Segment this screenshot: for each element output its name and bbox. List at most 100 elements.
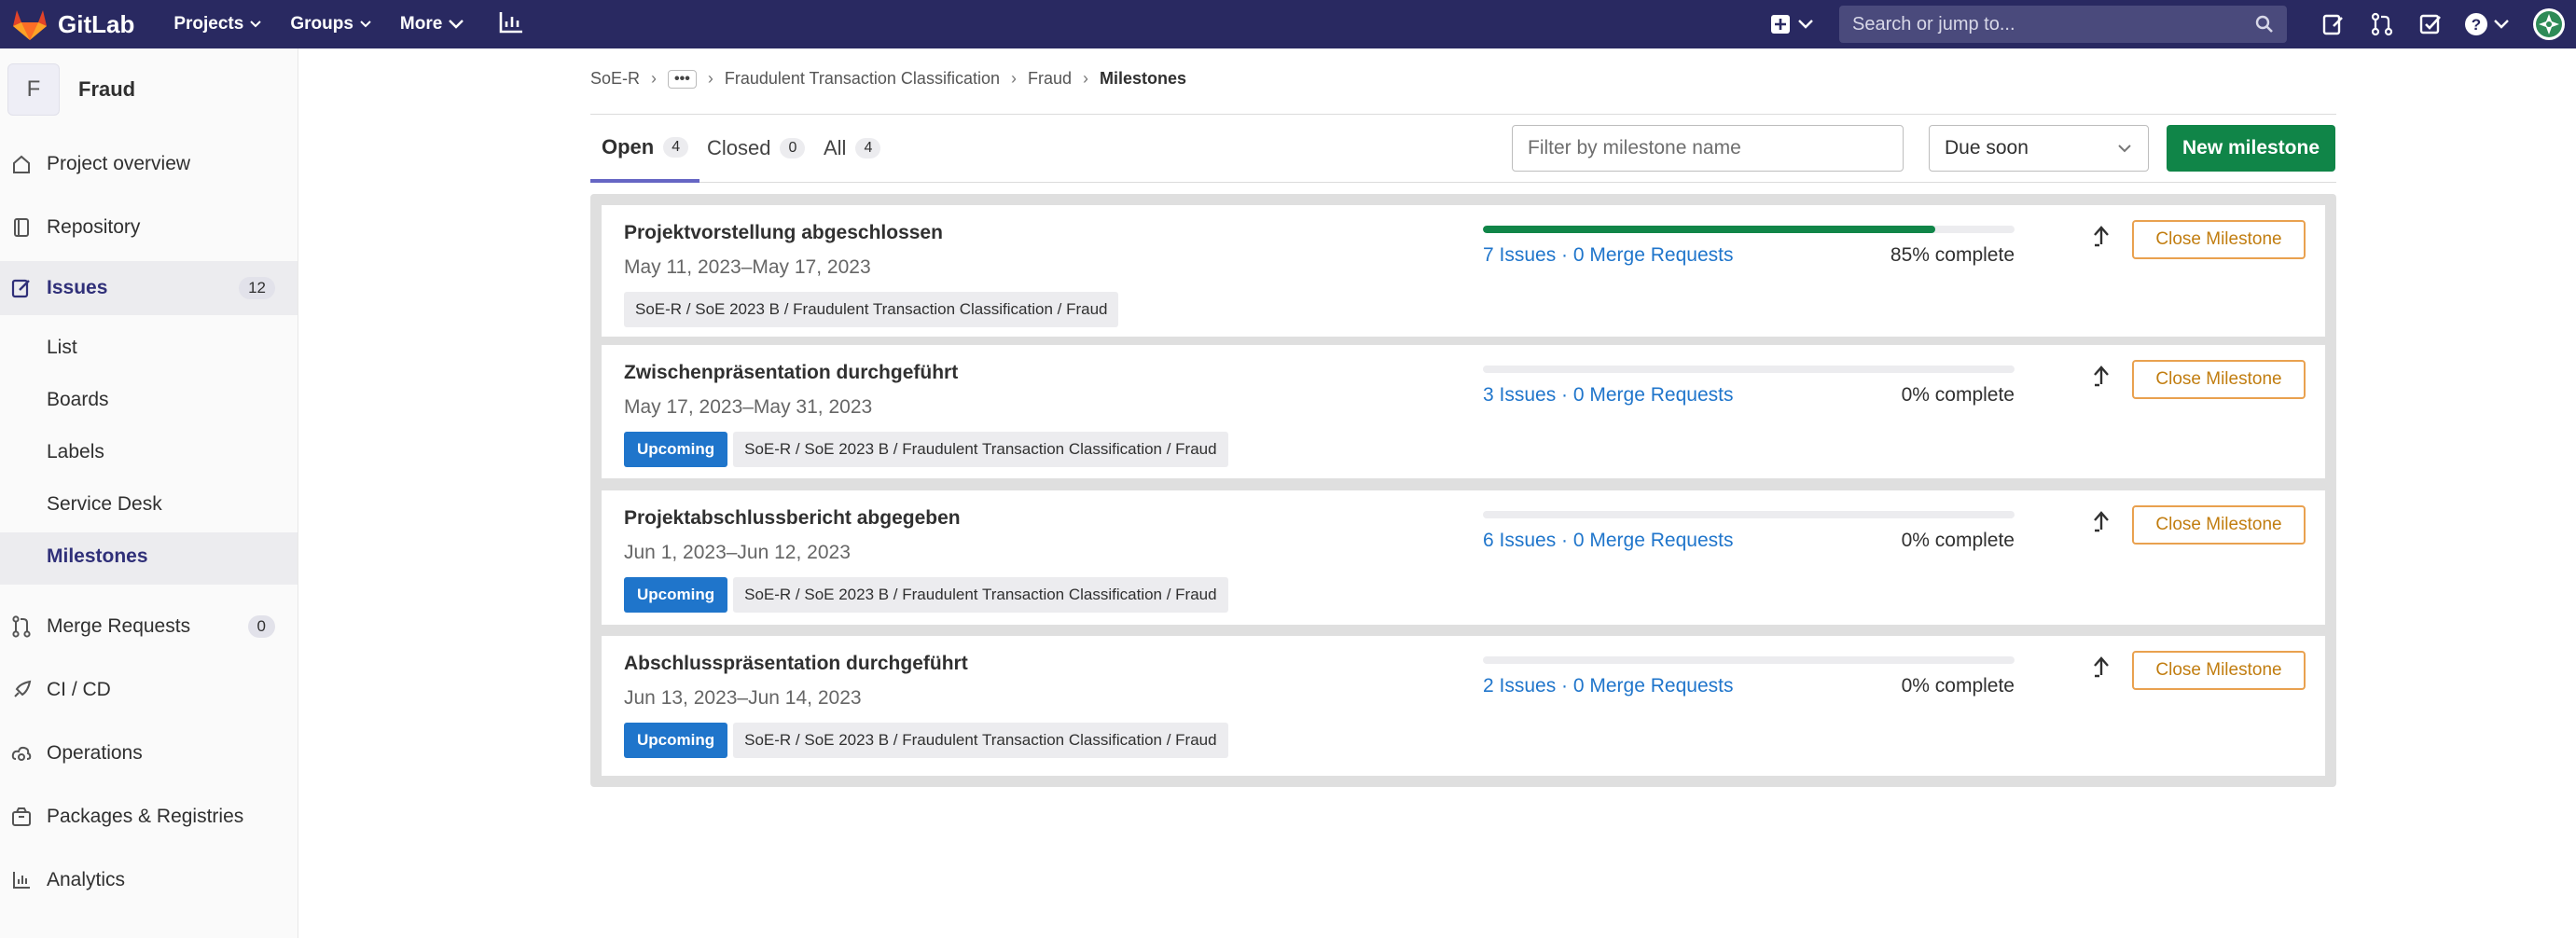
sidebar-item-analytics[interactable]: Analytics xyxy=(0,863,298,897)
cloud-gear-icon xyxy=(11,743,35,764)
close-milestone-button[interactable]: Close Milestone xyxy=(2132,651,2306,690)
global-search-input[interactable]: Search or jump to... xyxy=(1839,6,2287,43)
project-name: Fraud xyxy=(78,77,136,101)
tab-all[interactable]: All 4 xyxy=(824,115,881,182)
tab-closed[interactable]: Closed 0 xyxy=(707,115,806,182)
sidebar-item-project-overview[interactable]: Project overview xyxy=(0,147,298,181)
milestone-complete-text: 0% complete xyxy=(1901,530,2015,551)
tab-label: Open xyxy=(602,134,655,159)
breadcrumb-root[interactable]: SoE-R xyxy=(590,69,640,89)
milestone-dates: May 17, 2023–May 31, 2023 xyxy=(624,396,873,418)
sidebar-item-label: Operations xyxy=(47,742,143,764)
breadcrumb-subproject-link[interactable]: Fraud xyxy=(1028,69,1072,89)
user-avatar[interactable] xyxy=(2533,8,2565,40)
new-milestone-button[interactable]: New milestone xyxy=(2167,125,2335,172)
chevron-down-icon xyxy=(360,21,371,28)
chevron-down-icon xyxy=(2118,145,2131,153)
nav-projects[interactable]: Projects xyxy=(173,14,262,34)
tab-count-badge: 4 xyxy=(663,136,689,158)
milestone-title[interactable]: Zwischenpräsentation durchgeführt xyxy=(624,362,958,384)
promote-icon[interactable] xyxy=(2091,224,2112,253)
tanuki-icon xyxy=(13,10,47,40)
home-icon xyxy=(11,154,35,174)
tab-label: Closed xyxy=(707,136,771,159)
project-header[interactable]: F Fraud xyxy=(0,48,298,131)
upcoming-badge: Upcoming xyxy=(624,723,728,758)
breadcrumb-project-link[interactable]: Fraudulent Transaction Classification xyxy=(725,69,1000,89)
upcoming-badge: Upcoming xyxy=(624,432,728,467)
sidebar-item-issues[interactable]: Issues 12 xyxy=(0,261,298,315)
sidebar-item-merge-requests[interactable]: Merge Requests 0 xyxy=(0,610,298,643)
milestone-item: Projektabschlussbericht abgegeben Jun 1,… xyxy=(602,490,2325,625)
breadcrumb-expand-button[interactable]: ••• xyxy=(668,69,697,89)
help-dropdown-button[interactable]: ? xyxy=(2464,12,2511,36)
promote-icon[interactable] xyxy=(2091,655,2112,683)
breadcrumb-separator: › xyxy=(1010,69,1017,88)
sidebar-item-repository[interactable]: Repository xyxy=(0,211,298,244)
nav-more[interactable]: More xyxy=(400,14,464,34)
issues-icon xyxy=(11,278,35,298)
identicon-icon xyxy=(2536,11,2562,37)
milestone-issues-mr-link[interactable]: 7 Issues · 0 Merge Requests xyxy=(1483,244,1733,267)
top-navbar: GitLab Projects Groups More Search or ju… xyxy=(0,0,2576,48)
sidebar-sub-service-desk[interactable]: Service Desk xyxy=(47,493,162,516)
gitlab-logo[interactable]: GitLab xyxy=(11,7,134,41)
nav-more-label: More xyxy=(399,14,443,34)
nav-projects-label: Projects xyxy=(173,14,244,34)
sidebar-item-packages-registries[interactable]: Packages & Registries xyxy=(0,800,298,834)
package-icon xyxy=(11,807,35,827)
sidebar-sub-milestones[interactable]: Milestones xyxy=(47,545,148,568)
brand-name: GitLab xyxy=(58,9,135,38)
sidebar-item-label: Packages & Registries xyxy=(47,806,244,827)
milestone-issues-mr-link[interactable]: 3 Issues · 0 Merge Requests xyxy=(1483,384,1733,407)
merge-request-icon xyxy=(11,615,35,638)
breadcrumb-current[interactable]: Milestones xyxy=(1100,69,1186,89)
todos-nav-icon[interactable] xyxy=(2419,13,2442,35)
milestone-progress-bar xyxy=(1483,511,2015,518)
project-avatar: F xyxy=(7,63,60,116)
promote-icon[interactable] xyxy=(2091,509,2112,538)
sort-dropdown[interactable]: Due soon xyxy=(1929,125,2149,172)
issues-nav-icon[interactable] xyxy=(2322,13,2345,35)
promote-icon[interactable] xyxy=(2091,364,2112,393)
milestone-path-tag: SoE-R / SoE 2023 B / Fraudulent Transact… xyxy=(733,432,1228,467)
issues-count-badge: 12 xyxy=(239,277,275,299)
tab-label: All xyxy=(824,136,847,159)
sidebar-item-operations[interactable]: Operations xyxy=(0,737,298,770)
milestone-path-tag: SoE-R / SoE 2023 B / Fraudulent Transact… xyxy=(624,292,1119,327)
sidebar-item-label: Issues xyxy=(47,277,108,298)
breadcrumb-separator: › xyxy=(1083,69,1089,88)
milestone-title[interactable]: Projektvorstellung abgeschlossen xyxy=(624,222,943,244)
chevron-down-icon xyxy=(449,20,464,29)
close-milestone-button[interactable]: Close Milestone xyxy=(2132,220,2306,259)
sidebar-item-label: Analytics xyxy=(47,869,126,890)
sidebar-sub-list[interactable]: List xyxy=(47,337,77,359)
milestone-filter-input[interactable] xyxy=(1512,125,1904,172)
sidebar-sub-labels[interactable]: Labels xyxy=(47,441,104,463)
sidebar-item-label: Project overview xyxy=(47,153,191,174)
milestone-complete-text: 0% complete xyxy=(1901,384,2015,406)
sidebar-item-ci-cd[interactable]: CI / CD xyxy=(0,673,298,707)
milestone-item: Projektvorstellung abgeschlossen May 11,… xyxy=(602,205,2325,337)
milestone-title[interactable]: Abschlusspräsentation durchgeführt xyxy=(624,653,968,675)
milestone-dates: Jun 13, 2023–Jun 14, 2023 xyxy=(624,687,862,709)
merge-requests-nav-icon[interactable] xyxy=(2371,12,2393,36)
milestone-list: Projektvorstellung abgeschlossen May 11,… xyxy=(590,194,2336,787)
milestone-complete-text: 85% complete xyxy=(1890,244,2015,266)
milestone-title[interactable]: Projektabschlussbericht abgegeben xyxy=(624,507,961,530)
nav-groups[interactable]: Groups xyxy=(290,14,372,34)
upcoming-badge: Upcoming xyxy=(624,577,728,613)
close-milestone-button[interactable]: Close Milestone xyxy=(2132,505,2306,545)
close-milestone-button[interactable]: Close Milestone xyxy=(2132,360,2306,399)
analytics-icon xyxy=(11,870,35,890)
new-dropdown-button[interactable] xyxy=(1770,14,1815,34)
sidebar-sub-boards[interactable]: Boards xyxy=(47,389,109,411)
activity-chart-icon[interactable] xyxy=(498,10,524,39)
milestone-item: Abschlusspräsentation durchgeführt Jun 1… xyxy=(602,636,2325,776)
tab-open[interactable]: Open 4 xyxy=(590,115,700,183)
chevron-down-icon xyxy=(2494,20,2509,29)
milestone-issues-mr-link[interactable]: 6 Issues · 0 Merge Requests xyxy=(1483,530,1733,552)
sort-selected-label: Due soon xyxy=(1945,137,2029,159)
milestone-progress-bar xyxy=(1483,366,2015,373)
milestone-issues-mr-link[interactable]: 2 Issues · 0 Merge Requests xyxy=(1483,675,1733,697)
